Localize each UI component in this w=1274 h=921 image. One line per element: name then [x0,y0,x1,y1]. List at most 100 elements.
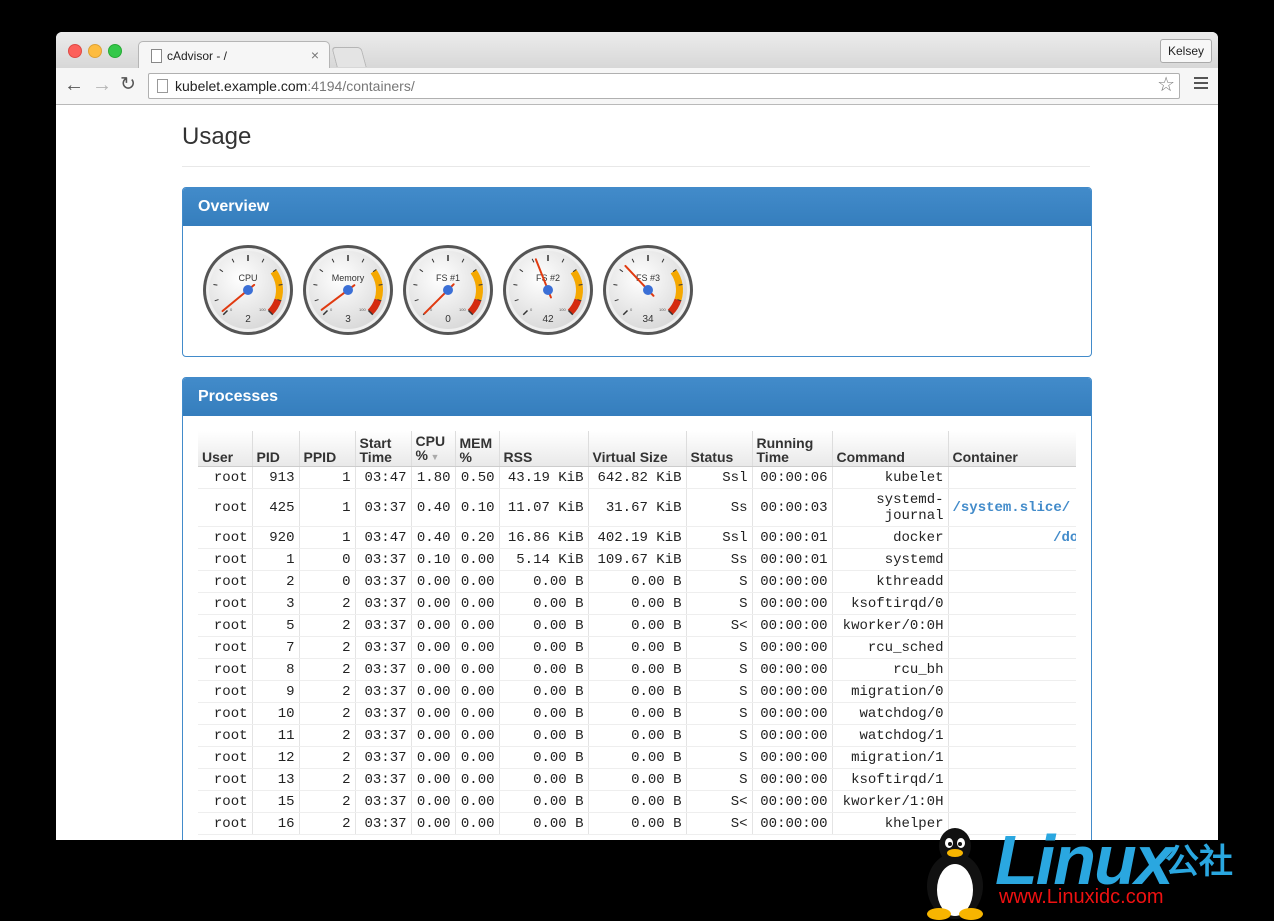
column-header-cpu[interactable]: CPU % ▼ [411,431,456,467]
table-cell: 2 [299,790,356,813]
divider [182,166,1090,167]
sort-descending-icon: ▼ [427,452,440,462]
table-cell: root [198,702,253,725]
table-cell: 1 [299,526,356,549]
column-header-user[interactable]: User [198,431,253,467]
minimize-window-button[interactable] [88,44,102,58]
column-header-command[interactable]: Command [832,431,949,467]
zoom-window-button[interactable] [108,44,122,58]
table-row: root 3 2 03:37 0.00 0.00 0.00 B 0.00 B S 00:00:00… [198,592,1076,615]
table-cell: 913 [252,466,300,489]
table-cell[interactable]: /docke [948,526,1076,549]
table-cell: 0.00 [455,746,500,769]
table-cell: systemd-journal [832,488,949,527]
bookmark-star-icon[interactable]: ☆ [1157,74,1175,96]
back-arrow-icon[interactable]: ← [64,74,84,96]
table-cell: 0.00 [411,680,456,703]
table-cell: 0.00 [411,790,456,813]
column-header-ppid[interactable]: PPID [299,431,356,467]
table-cell: 03:37 [355,812,412,835]
table-cell: 0.00 B [588,768,687,791]
gauge-value: 42 [542,314,554,325]
table-cell: 642.82 KiB [588,466,687,489]
table-cell: 2 [299,812,356,835]
processes-table-wrap[interactable]: User PID PPID Start Time CPU % ▼ MEM % RSS Virt… [198,431,1076,840]
column-header-rss[interactable]: RSS [499,431,589,467]
table-cell: root [198,466,253,489]
table-cell: 0.00 [411,570,456,593]
column-header-running-time[interactable]: Running Time [752,431,833,467]
gauge-tick [378,284,383,286]
table-cell: systemd [832,548,949,571]
table-cell: 0.00 B [499,614,589,637]
column-header-container[interactable]: Container [948,431,1076,467]
table-row: root 1 0 03:37 0.10 0.00 5.14 KiB 109.67 KiB Ss 0… [198,548,1076,571]
table-cell: 0.00 B [588,658,687,681]
table-cell: 402.19 KiB [588,526,687,549]
browser-tab[interactable]: cAdvisor - / × [138,41,330,69]
table-cell: 0.00 [455,592,500,615]
forward-arrow-icon[interactable]: → [92,74,112,96]
table-cell: 0.10 [455,488,500,527]
table-cell: root [198,570,253,593]
table-cell: 03:47 [355,526,412,549]
table-cell: 0.00 [455,614,500,637]
gauge-fs-1: 0 100 FS #1 0 [402,244,494,336]
gauge-tick [478,284,483,286]
column-header-status[interactable]: Status [686,431,753,467]
table-cell: 00:00:00 [752,570,833,593]
table-cell: S< [686,790,753,813]
new-tab-button[interactable] [331,47,367,67]
watermark: Linux 公社 www.Linuxidc.com [915,821,1274,921]
close-window-button[interactable] [68,44,82,58]
gauge-hub [543,285,553,295]
table-cell: 0.00 [455,724,500,747]
table-cell: 425 [252,488,300,527]
gauge-tick [513,284,518,286]
overview-heading: Overview [183,188,1091,226]
column-header-mem[interactable]: MEM % [455,431,500,467]
table-cell: 1 [299,466,356,489]
close-tab-icon[interactable]: × [311,47,319,63]
browser-toolbar: ← → ↻ kubelet.example.com:4194/container… [56,68,1218,105]
table-cell: 00:00:00 [752,636,833,659]
table-cell: 15 [252,790,300,813]
table-cell: root [198,614,253,637]
table-cell: 0 [299,548,356,571]
table-cell: 0.00 B [499,658,589,681]
table-cell: 7 [252,636,300,659]
table-cell: 2 [299,592,356,615]
table-cell: S [686,746,753,769]
address-bar[interactable]: kubelet.example.com:4194/containers/ ☆ [148,73,1180,99]
table-cell: 00:00:00 [752,724,833,747]
table-row: root 2 0 03:37 0.00 0.00 0.00 B 0.00 B S 00:00:00… [198,570,1076,593]
column-header-pid[interactable]: PID [252,431,300,467]
table-cell: 0.20 [455,526,500,549]
table-cell [948,548,1076,571]
table-cell: watchdog/0 [832,702,949,725]
hamburger-menu-icon[interactable] [1194,77,1208,92]
table-cell: 0.00 B [499,702,589,725]
table-cell: root [198,768,253,791]
gauge-tick [613,284,618,286]
table-cell: 00:00:00 [752,768,833,791]
table-row: root 913 1 03:47 1.80 0.50 43.19 KiB 642.82 KiB… [198,466,1076,489]
column-header-virtual-size[interactable]: Virtual Size [588,431,687,467]
url-text[interactable]: kubelet.example.com:4194/containers/ [175,78,415,94]
table-cell[interactable]: /system.slice/ [948,488,1076,527]
url-path: :4194/containers/ [307,78,415,94]
reload-icon[interactable]: ↻ [120,74,136,96]
column-header-start-time[interactable]: Start Time [355,431,412,467]
table-cell: rcu_sched [832,636,949,659]
table-cell: 03:37 [355,702,412,725]
processes-panel: Processes User PID PPID Start Time CPU % ▼ ME… [182,377,1092,840]
profile-button[interactable]: Kelsey [1159,39,1212,63]
table-cell: 16.86 KiB [499,526,589,549]
table-cell [948,636,1076,659]
table-cell: 0.00 B [588,724,687,747]
table-cell: 0.00 [411,746,456,769]
table-cell: 2 [299,724,356,747]
table-cell: 920 [252,526,300,549]
table-cell: 0.00 [455,570,500,593]
table-cell: Ss [686,488,753,527]
